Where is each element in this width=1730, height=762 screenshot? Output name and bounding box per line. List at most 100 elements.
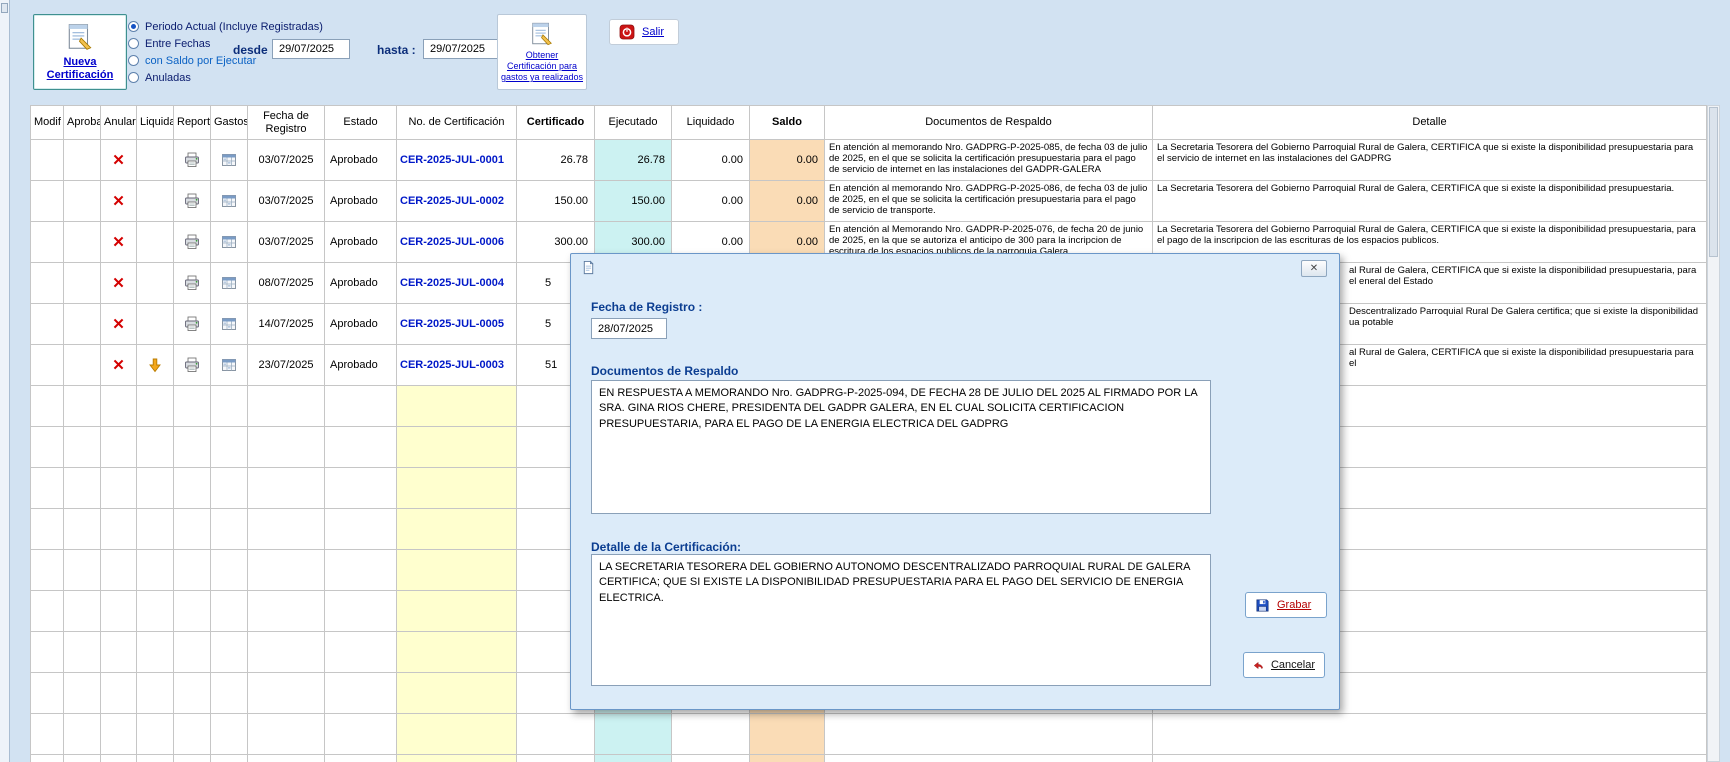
radio-anuladas[interactable] [128, 72, 139, 83]
new-form-icon [65, 22, 95, 52]
printer-icon[interactable] [184, 193, 200, 209]
printer-icon[interactable] [184, 234, 200, 250]
fecha-registro-input[interactable] [591, 318, 667, 339]
cell-gastos[interactable] [211, 263, 248, 304]
table-scrollbar[interactable] [1707, 105, 1720, 762]
header-ejecutado: Ejecutado [595, 106, 672, 140]
cell-reporte[interactable] [174, 181, 211, 222]
cell-modif [31, 345, 64, 386]
cell-gastos[interactable] [211, 181, 248, 222]
cell-reporte[interactable] [174, 304, 211, 345]
table-row-empty [31, 714, 1707, 755]
filter-label[interactable]: Periodo Actual (Incluye Registradas) [145, 21, 323, 33]
expenses-grid-icon[interactable] [221, 316, 237, 332]
cell-no-certificacion[interactable]: CER-2025-JUL-0003 [397, 345, 517, 386]
cell-modif [31, 222, 64, 263]
cell-saldo: 0.00 [750, 181, 825, 222]
header-fecha-registro: Fecha de Registro [248, 106, 325, 140]
cell-estado: Aprobado [325, 304, 397, 345]
cell-liquidado: 0.00 [672, 181, 750, 222]
detalle-certificacion-textarea[interactable]: LA SECRETARIA TESORERA DEL GOBIERNO AUTO… [591, 554, 1211, 686]
cell-reporte[interactable] [174, 345, 211, 386]
header-liquidado: Liquidado [672, 106, 750, 140]
expenses-grid-icon[interactable] [221, 234, 237, 250]
cell-aprobar [64, 222, 101, 263]
expenses-grid-icon[interactable] [221, 193, 237, 209]
obtener-certificacion-button[interactable]: Obtener Certificación para gastos ya rea… [497, 14, 587, 90]
filter-label[interactable]: Anuladas [145, 72, 191, 84]
table-header-row: Modif Aprobar Anular Liquidar Reporte Ga… [31, 106, 1707, 140]
grabar-label: Grabar [1277, 599, 1311, 611]
cell-anular[interactable]: ✕ [101, 345, 137, 386]
cell-gastos[interactable] [211, 345, 248, 386]
header-aprobar: Aprobar [64, 106, 101, 140]
scrollbar-thumb[interactable] [1709, 107, 1718, 257]
table-row-empty [31, 755, 1707, 762]
desde-date-input[interactable] [272, 39, 350, 59]
printer-icon[interactable] [184, 357, 200, 373]
collapsed-side-panel[interactable] [0, 0, 10, 762]
cell-liquidar[interactable] [137, 345, 174, 386]
nueva-certificacion-label: Nueva Certificación [34, 56, 126, 82]
cell-anular[interactable]: ✕ [101, 140, 137, 181]
printer-icon[interactable] [184, 152, 200, 168]
anular-x-icon[interactable]: ✕ [112, 234, 125, 251]
cell-anular[interactable]: ✕ [101, 181, 137, 222]
cell-no-certificacion[interactable]: CER-2025-JUL-0002 [397, 181, 517, 222]
exit-icon [619, 24, 635, 40]
filter-label[interactable]: Entre Fechas [145, 38, 210, 50]
save-floppy-icon [1255, 598, 1270, 613]
expenses-grid-icon[interactable] [221, 357, 237, 373]
detalle-certificacion-label: Detalle de la Certificación: [591, 540, 741, 554]
cancelar-label: Cancelar [1271, 659, 1315, 671]
radio-con-saldo[interactable] [128, 55, 139, 66]
anular-x-icon[interactable]: ✕ [112, 193, 125, 210]
anular-x-icon[interactable]: ✕ [112, 316, 125, 333]
radio-entre-fechas[interactable] [128, 38, 139, 49]
cell-anular[interactable]: ✕ [101, 304, 137, 345]
cell-liquidar [137, 304, 174, 345]
grabar-button[interactable]: Grabar [1245, 592, 1327, 618]
radio-periodo-actual[interactable] [128, 21, 139, 32]
printer-icon[interactable] [184, 275, 200, 291]
salir-button[interactable]: Salir [609, 19, 679, 45]
cell-detalle: La Secretaria Tesorera del Gobierno Parr… [1153, 140, 1707, 181]
cell-reporte[interactable] [174, 263, 211, 304]
cell-modif [31, 304, 64, 345]
cell-no-certificacion[interactable]: CER-2025-JUL-0004 [397, 263, 517, 304]
anular-x-icon[interactable]: ✕ [112, 357, 125, 374]
dialog-titlebar[interactable]: ✕ [571, 254, 1339, 282]
cell-reporte[interactable] [174, 222, 211, 263]
header-detalle: Detalle [1153, 106, 1707, 140]
cell-fecha: 03/07/2025 [248, 140, 325, 181]
cell-anular[interactable]: ✕ [101, 222, 137, 263]
cell-anular[interactable]: ✕ [101, 263, 137, 304]
cell-no-certificacion[interactable]: CER-2025-JUL-0005 [397, 304, 517, 345]
cell-saldo: 0.00 [750, 140, 825, 181]
cancelar-button[interactable]: Cancelar [1243, 652, 1325, 678]
panel-toggle-icon[interactable] [1, 3, 8, 13]
cell-gastos[interactable] [211, 140, 248, 181]
cell-no-certificacion[interactable]: CER-2025-JUL-0006 [397, 222, 517, 263]
liquidar-arrow-down-icon[interactable] [147, 357, 163, 373]
nueva-certificacion-button[interactable]: Nueva Certificación [33, 14, 127, 90]
cell-gastos[interactable] [211, 222, 248, 263]
dialog-close-button[interactable]: ✕ [1301, 260, 1327, 277]
cell-no-certificacion[interactable]: CER-2025-JUL-0001 [397, 140, 517, 181]
anular-x-icon[interactable]: ✕ [112, 275, 125, 292]
anular-x-icon[interactable]: ✕ [112, 152, 125, 169]
hasta-date-input[interactable] [423, 39, 501, 59]
printer-icon[interactable] [184, 316, 200, 332]
expenses-grid-icon[interactable] [221, 275, 237, 291]
cell-documentos: En atención al memorando Nro. GADPRG-P-2… [825, 140, 1153, 181]
cell-reporte[interactable] [174, 140, 211, 181]
cell-gastos[interactable] [211, 304, 248, 345]
documentos-respaldo-textarea[interactable]: EN RESPUESTA A MEMORANDO Nro. GADPRG-P-2… [591, 380, 1211, 514]
table-row: ✕ 03/07/2025 Aprobado CER-2025-JUL-0002 … [31, 181, 1707, 222]
cell-fecha: 08/07/2025 [248, 263, 325, 304]
filter-anuladas[interactable]: Anuladas [128, 69, 323, 86]
cell-liquidar [137, 263, 174, 304]
expenses-grid-icon[interactable] [221, 152, 237, 168]
filter-periodo-actual[interactable]: Periodo Actual (Incluye Registradas) [128, 18, 323, 35]
cell-aprobar [64, 304, 101, 345]
